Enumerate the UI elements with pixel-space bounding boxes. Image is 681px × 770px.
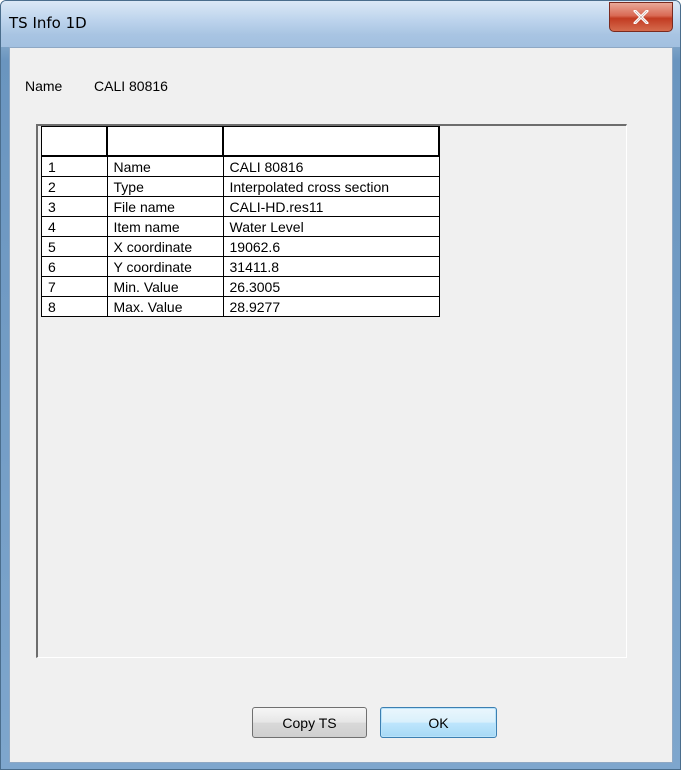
row-index: 8 [41, 296, 108, 317]
row-property: Y coordinate [106, 256, 224, 277]
row-value: 31411.8 [222, 256, 440, 277]
row-value: Water Level [222, 216, 440, 237]
row-value: 19062.6 [222, 236, 440, 257]
table-row[interactable]: 8 Max. Value 28.9277 [41, 296, 440, 317]
row-index: 3 [41, 196, 108, 217]
column-header-property[interactable] [106, 126, 224, 157]
title-bar[interactable]: TS Info 1D [1, 1, 680, 47]
row-index: 1 [41, 155, 108, 177]
row-value: 26.3005 [222, 276, 440, 297]
row-index: 4 [41, 216, 108, 237]
row-property: Min. Value [106, 276, 224, 297]
table-row[interactable]: 6 Y coordinate 31411.8 [41, 256, 440, 277]
row-property: Type [106, 176, 224, 197]
row-property: Item name [106, 216, 224, 237]
table-row[interactable]: 4 Item name Water Level [41, 216, 440, 237]
name-value: CALI 80816 [94, 78, 168, 94]
row-value: CALI 80816 [222, 155, 440, 177]
row-property: Name [106, 155, 224, 177]
row-index: 6 [41, 256, 108, 277]
table-row[interactable]: 5 X coordinate 19062.6 [41, 236, 440, 257]
close-button[interactable] [609, 2, 673, 32]
table-row[interactable]: 7 Min. Value 26.3005 [41, 276, 440, 297]
row-index: 2 [41, 176, 108, 197]
table-row[interactable]: 2 Type Interpolated cross section [41, 176, 440, 197]
row-property: X coordinate [106, 236, 224, 257]
row-value: Interpolated cross section [222, 176, 440, 197]
row-property: File name [106, 196, 224, 217]
column-header-index[interactable] [41, 126, 108, 157]
row-property: Max. Value [106, 296, 224, 317]
ok-button[interactable]: OK [380, 707, 497, 738]
table-header-row [41, 126, 440, 157]
info-table[interactable]: 1 Name CALI 80816 2 Type Interpolated cr… [41, 126, 440, 317]
row-index: 7 [41, 276, 108, 297]
row-value: CALI-HD.res11 [222, 196, 440, 217]
table-row[interactable]: 1 Name CALI 80816 [41, 155, 440, 177]
row-value: 28.9277 [222, 296, 440, 317]
row-index: 5 [41, 236, 108, 257]
close-icon [633, 10, 649, 24]
column-header-value[interactable] [222, 126, 440, 157]
table-row[interactable]: 3 File name CALI-HD.res11 [41, 196, 440, 217]
copy-ts-button[interactable]: Copy TS [252, 707, 367, 738]
window-title: TS Info 1D [9, 14, 87, 32]
name-label: Name [25, 78, 63, 94]
